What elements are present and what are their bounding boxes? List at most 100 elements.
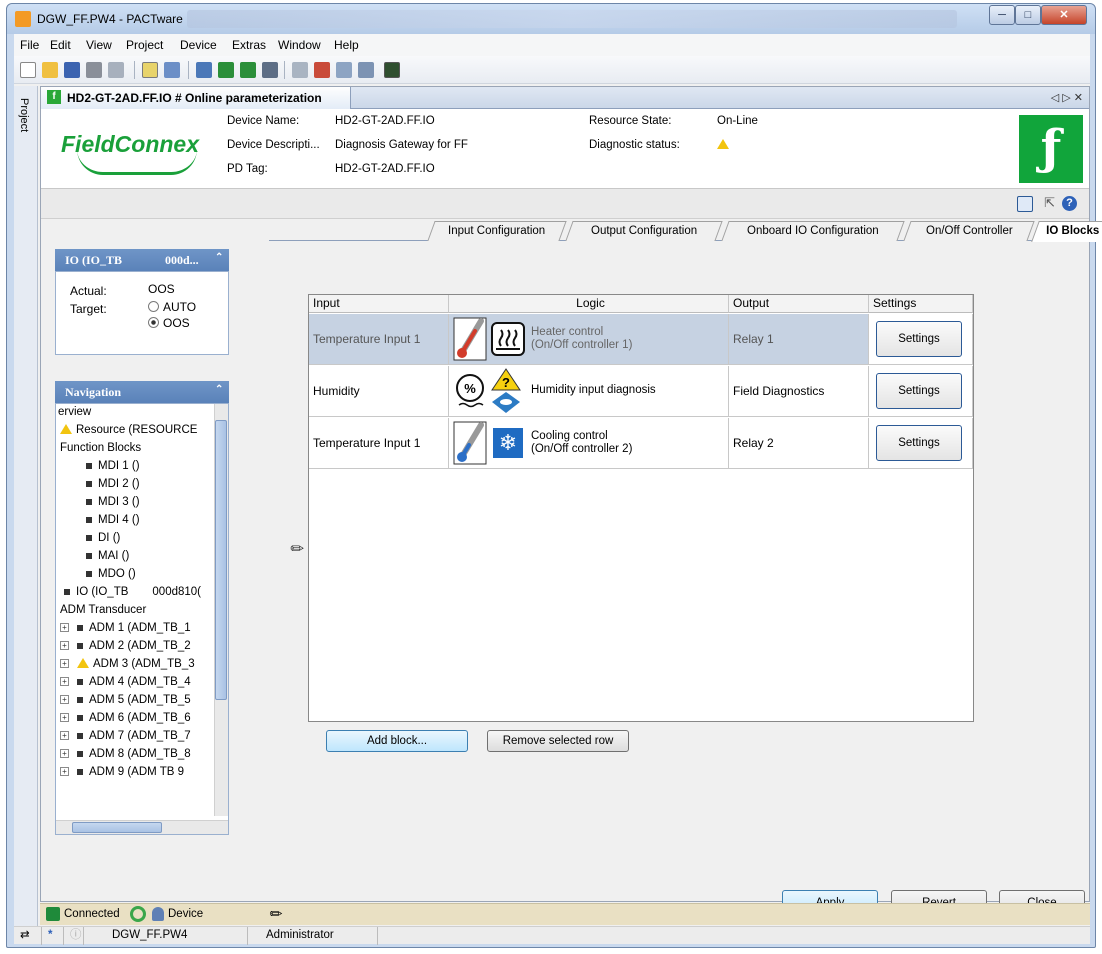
document-window: f HD2-GT-2AD.FF.IO # Online parameteriza…	[40, 86, 1102, 916]
diagnosis-icon[interactable]	[336, 62, 352, 78]
help-icon[interactable]: ?	[1062, 196, 1077, 211]
online-icon[interactable]	[262, 62, 278, 78]
project-file-name: DGW_FF.PW4	[84, 927, 248, 945]
tree-item-mdi4[interactable]: MDI 4 ()	[86, 514, 140, 526]
edit-mode-icon: ✎	[266, 903, 288, 925]
target-oos-radio[interactable]: OOS	[148, 316, 190, 330]
menu-extras[interactable]: Extras	[232, 38, 266, 52]
expand-icon[interactable]: +	[60, 749, 69, 759]
parameter-icon[interactable]	[196, 62, 212, 78]
tree-item-adm2[interactable]: + ADM 2 (ADM_TB_2	[60, 640, 191, 652]
tree-item-mdi1[interactable]: MDI 1 ()	[86, 460, 140, 472]
save-icon[interactable]	[64, 62, 80, 78]
maximize-button[interactable]: □	[1015, 5, 1041, 25]
navigation-panel-header[interactable]: Navigation ⌃	[55, 381, 229, 403]
minimize-button[interactable]: ─	[989, 5, 1015, 25]
document-tab[interactable]: f HD2-GT-2AD.FF.IO # Online parameteriza…	[41, 87, 351, 109]
collapse-icon[interactable]: ⌃	[215, 384, 223, 395]
tab-io-blocks[interactable]: IO Blocks	[1031, 221, 1102, 242]
tab-on-off-controller[interactable]: On/Off Controller	[903, 221, 1035, 241]
vertical-scrollbar[interactable]	[214, 404, 228, 816]
tree-item-adm3[interactable]: + ADM 3 (ADM_TB_3	[60, 658, 195, 670]
upload-icon[interactable]	[218, 62, 234, 78]
tree-item-overview[interactable]: erview	[58, 406, 91, 418]
print-icon[interactable]	[86, 62, 102, 78]
expand-icon[interactable]: +	[60, 641, 69, 651]
horizontal-scrollbar[interactable]	[56, 820, 228, 834]
column-header-logic[interactable]: Logic	[449, 295, 729, 313]
disconnect-icon[interactable]	[164, 62, 180, 78]
expand-icon[interactable]: +	[60, 659, 69, 669]
project-side-tab[interactable]: Project	[14, 86, 38, 942]
svg-text:%: %	[464, 381, 476, 396]
menu-device[interactable]: Device	[180, 38, 217, 52]
table-row[interactable]: Temperature Input 1 ❄ Cooling control (O…	[309, 418, 973, 469]
close-window-button[interactable]: ✕	[1041, 5, 1087, 25]
block-icon	[64, 588, 70, 595]
tree-item-io[interactable]: IO (IO_TB 000d810(	[64, 586, 201, 598]
tree-item-adm6[interactable]: + ADM 6 (ADM_TB_6	[60, 712, 191, 724]
tree-item-adm5[interactable]: + ADM 5 (ADM_TB_5	[60, 694, 191, 706]
menu-project[interactable]: Project	[126, 38, 163, 52]
tree-item-adm7[interactable]: + ADM 7 (ADM_TB_7	[60, 730, 191, 742]
sync-icon[interactable]: ⇄	[14, 927, 42, 945]
io-panel-header[interactable]: IO (IO_TB 000d... ⌃	[55, 249, 229, 271]
expand-icon[interactable]: +	[60, 677, 69, 687]
expand-icon[interactable]: +	[60, 695, 69, 705]
scroll-thumb[interactable]	[72, 822, 162, 833]
download-icon[interactable]	[240, 62, 256, 78]
expand-icon[interactable]: +	[60, 623, 69, 633]
column-header-settings[interactable]: Settings	[869, 295, 973, 313]
simulation-icon[interactable]	[314, 62, 330, 78]
asterisk-icon[interactable]: *	[42, 927, 64, 945]
settings-button[interactable]: Settings	[876, 321, 962, 357]
cell-logic: ❄ Cooling control (On/Off controller 2)	[449, 418, 729, 468]
collapse-icon[interactable]: ⌃	[215, 252, 223, 263]
tree-item-resource[interactable]: Resource (RESOURCE	[60, 424, 197, 436]
refresh-icon[interactable]	[130, 906, 146, 922]
settings-button[interactable]: Settings	[876, 425, 962, 461]
add-block-button[interactable]: Add block...	[326, 730, 468, 752]
menu-window[interactable]: Window	[278, 38, 321, 52]
tab-input-configuration[interactable]: Input Configuration	[427, 221, 567, 241]
expand-icon[interactable]: +	[60, 731, 69, 741]
pointer-help-icon[interactable]: ⇱	[1044, 195, 1055, 211]
tree-item-mdi2[interactable]: MDI 2 ()	[86, 478, 140, 490]
tree-item-mai[interactable]: MAI ()	[86, 550, 129, 562]
block-icon	[77, 642, 83, 649]
tree-item-mdi3[interactable]: MDI 3 ()	[86, 496, 140, 508]
remove-selected-row-button[interactable]: Remove selected row	[487, 730, 629, 752]
menu-file[interactable]: File	[20, 38, 39, 52]
measured-value-icon[interactable]	[292, 62, 308, 78]
tab-output-configuration[interactable]: Output Configuration	[565, 221, 723, 241]
trend-icon[interactable]	[384, 62, 400, 78]
tree-item-function-blocks[interactable]: Function Blocks	[60, 442, 141, 454]
tree-item-adm1[interactable]: + ADM 1 (ADM_TB_1	[60, 622, 191, 634]
column-header-input[interactable]: Input	[309, 295, 449, 313]
menu-edit[interactable]: Edit	[50, 38, 71, 52]
print-device-icon[interactable]	[358, 62, 374, 78]
properties-icon[interactable]	[108, 62, 124, 78]
expand-icon[interactable]: +	[60, 713, 69, 723]
column-header-output[interactable]: Output	[729, 295, 869, 313]
tab-nav-controls[interactable]: ◁ ▷ ✕	[1051, 91, 1083, 104]
tree-item-adm8[interactable]: + ADM 8 (ADM_TB_8	[60, 748, 191, 760]
tree-item-di[interactable]: DI ()	[86, 532, 120, 544]
menu-view[interactable]: View	[86, 38, 112, 52]
menu-help[interactable]: Help	[334, 38, 359, 52]
new-icon[interactable]	[20, 62, 36, 78]
expand-icon[interactable]: +	[60, 767, 69, 777]
tree-item-adm9[interactable]: + ADM 9 (ADM TB 9	[60, 766, 184, 778]
tree-item-adm-transducer[interactable]: ADM Transducer	[60, 604, 146, 616]
layout-icon[interactable]	[1017, 196, 1033, 212]
target-auto-radio[interactable]: AUTO	[148, 300, 196, 314]
table-row[interactable]: Temperature Input 1 Heater control (On/O…	[309, 314, 973, 365]
tree-item-mdo[interactable]: MDO ()	[86, 568, 136, 580]
table-row[interactable]: Humidity % ? Humidity input diagnosis Fi…	[309, 366, 973, 417]
connect-icon[interactable]	[142, 62, 158, 78]
tab-onboard-io-configuration[interactable]: Onboard IO Configuration	[721, 221, 905, 241]
scroll-thumb[interactable]	[215, 420, 227, 700]
tree-item-adm4[interactable]: + ADM 4 (ADM_TB_4	[60, 676, 191, 688]
settings-button[interactable]: Settings	[876, 373, 962, 409]
open-icon[interactable]	[42, 62, 58, 78]
